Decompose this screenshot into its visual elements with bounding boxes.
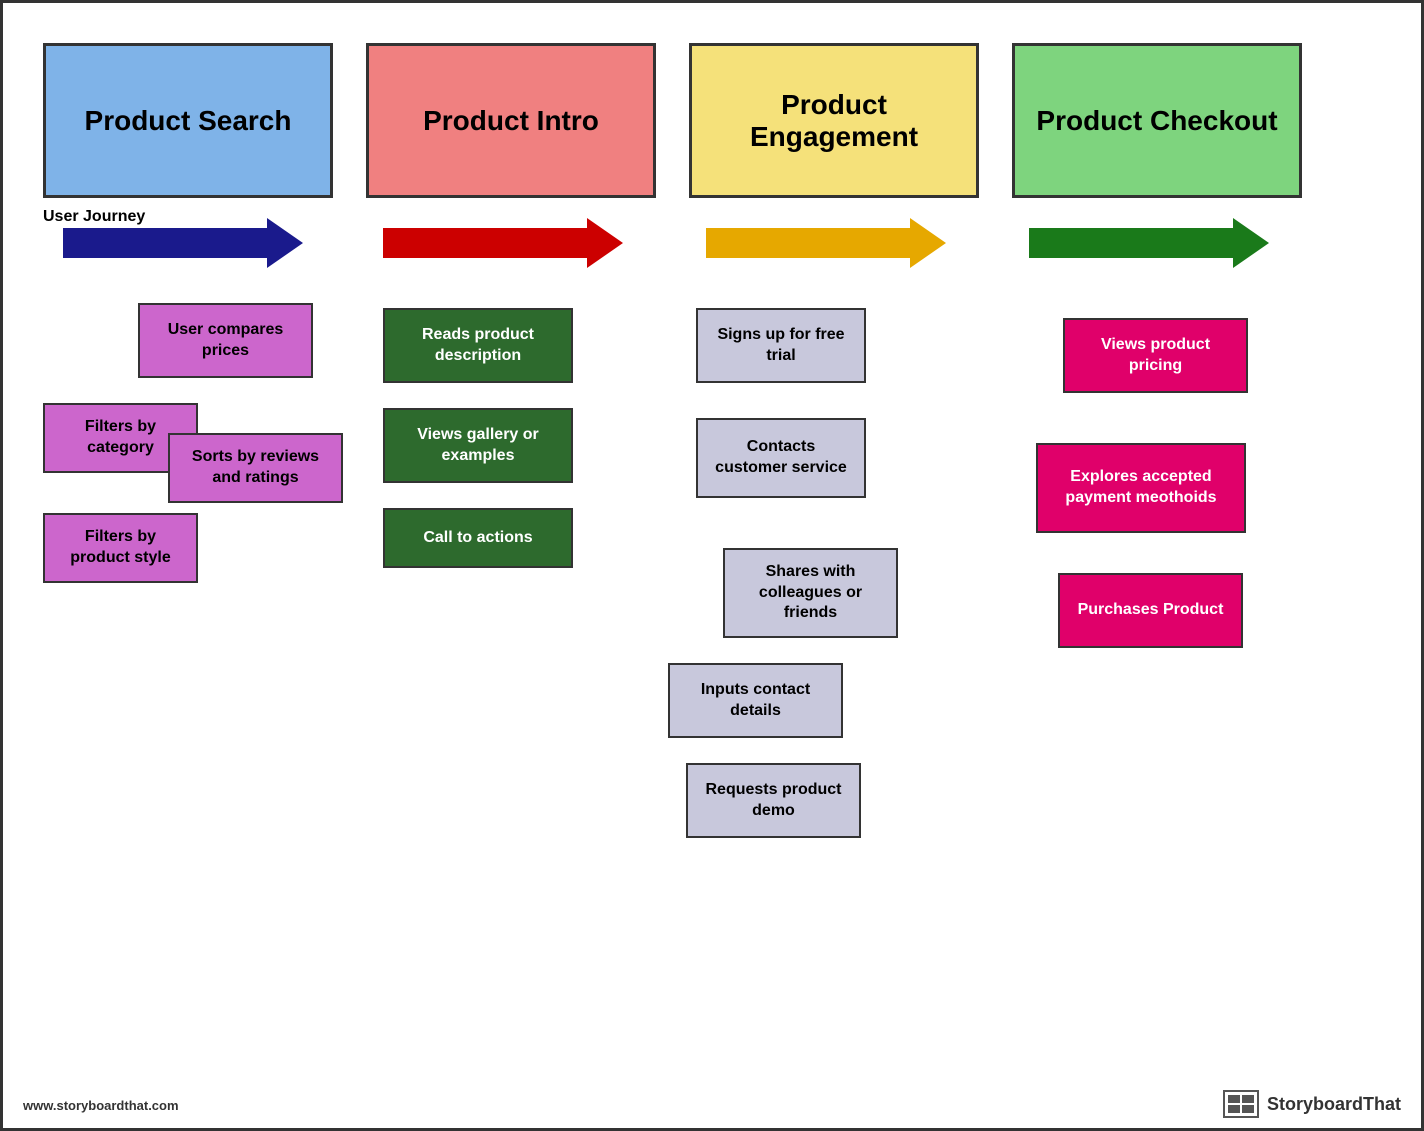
box-views-pricing: Views product pricing <box>1063 318 1248 393</box>
label-call-to-actions: Call to actions <box>423 528 532 549</box>
box-call-to-actions: Call to actions <box>383 508 573 568</box>
label-explores-payment: Explores accepted payment meothoids <box>1050 467 1232 509</box>
arrow-label: User Journey <box>43 208 145 226</box>
header-intro-label: Product Intro <box>423 105 599 137</box>
label-views-pricing: Views product pricing <box>1077 335 1234 377</box>
footer-url-text: www.storyboardthat.com <box>23 1098 179 1113</box>
arrow-engage <box>706 218 946 268</box>
label-views-gallery: Views gallery or examples <box>397 425 559 467</box>
box-user-compares-prices: User compares prices <box>138 303 313 378</box>
arrow-label-text: User Journey <box>43 208 145 225</box>
box-contacts-customer: Contacts customer service <box>696 418 866 498</box>
arrow-checkout <box>1029 218 1269 268</box>
box-requests-demo: Requests product demo <box>686 763 861 838</box>
footer-brand-text: StoryboardThat <box>1267 1094 1401 1115</box>
logo-cell-3 <box>1228 1105 1240 1113</box>
label-sorts-reviews: Sorts by reviews and ratings <box>182 447 329 489</box>
footer-logo: StoryboardThat <box>1223 1090 1401 1118</box>
box-filters-product-style: Filters by product style <box>43 513 198 583</box>
header-checkout: Product Checkout <box>1012 43 1302 198</box>
header-search: Product Search <box>43 43 333 198</box>
header-engage-label: Product Engagement <box>708 89 960 153</box>
arrow-intro <box>383 218 623 268</box>
canvas: Product Search Product Intro Product Eng… <box>3 3 1421 1128</box>
box-signs-up: Signs up for free trial <box>696 308 866 383</box>
label-filters-category: Filters by category <box>57 417 184 459</box>
label-contacts-customer: Contacts customer service <box>710 437 852 479</box>
logo-cell-4 <box>1242 1105 1254 1113</box>
box-reads-description: Reads product description <box>383 308 573 383</box>
box-shares-colleagues: Shares with colleagues or friends <box>723 548 898 638</box>
header-engage: Product Engagement <box>689 43 979 198</box>
logo-icon <box>1223 1090 1259 1118</box>
label-inputs-contact: Inputs contact details <box>682 680 829 722</box>
header-intro: Product Intro <box>366 43 656 198</box>
logo-cell-2 <box>1242 1095 1254 1103</box>
box-views-gallery: Views gallery or examples <box>383 408 573 483</box>
box-sorts-reviews: Sorts by reviews and ratings <box>168 433 343 503</box>
logo-cell-1 <box>1228 1095 1240 1103</box>
label-purchases-product: Purchases Product <box>1078 600 1224 621</box>
label-signs-up: Signs up for free trial <box>710 325 852 367</box>
label-reads-description: Reads product description <box>397 325 559 367</box>
label-shares-colleagues: Shares with colleagues or friends <box>737 562 884 624</box>
footer-url: www.storyboardthat.com <box>23 1098 179 1113</box>
header-search-label: Product Search <box>85 105 292 137</box>
box-purchases-product: Purchases Product <box>1058 573 1243 648</box>
box-explores-payment: Explores accepted payment meothoids <box>1036 443 1246 533</box>
label-user-compares-prices: User compares prices <box>152 320 299 362</box>
box-inputs-contact: Inputs contact details <box>668 663 843 738</box>
label-filters-product-style: Filters by product style <box>57 527 184 569</box>
header-checkout-label: Product Checkout <box>1036 105 1277 137</box>
label-requests-demo: Requests product demo <box>700 780 847 822</box>
